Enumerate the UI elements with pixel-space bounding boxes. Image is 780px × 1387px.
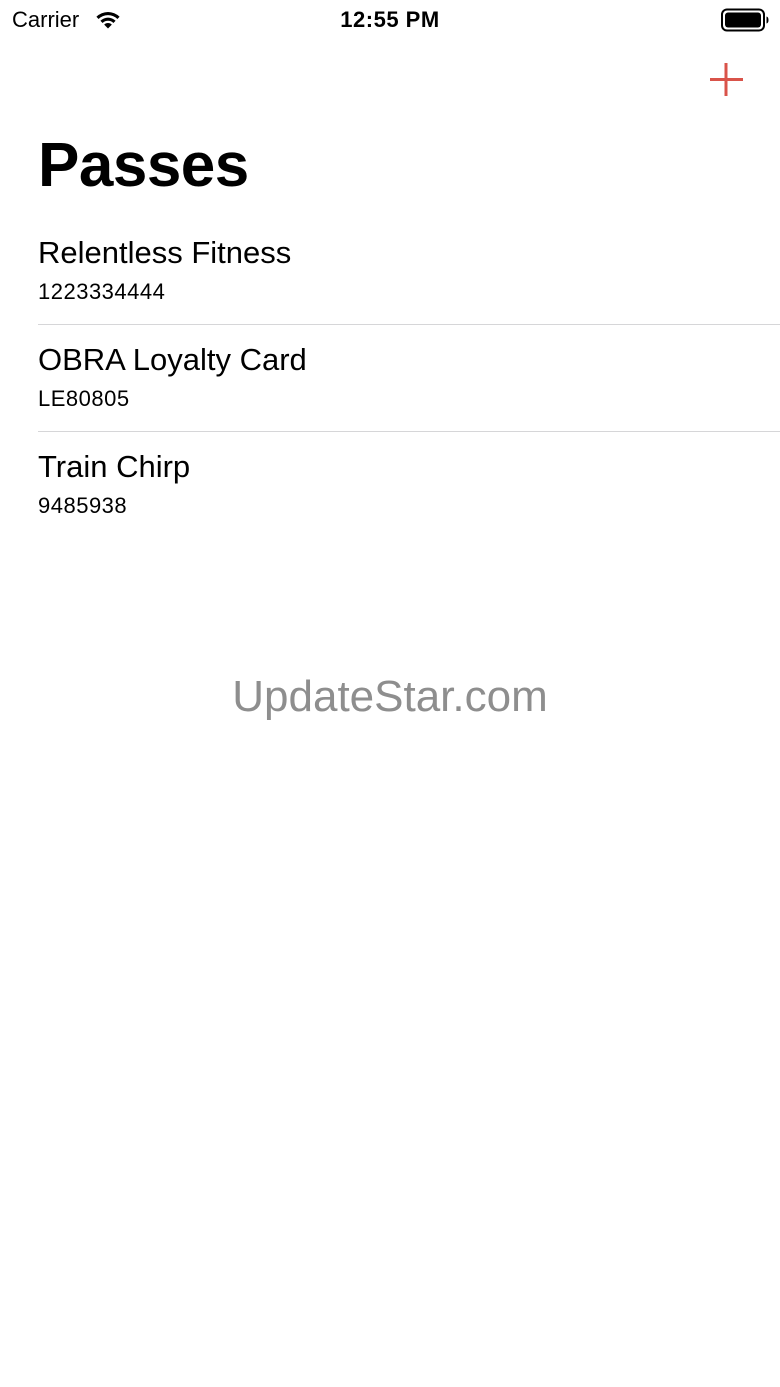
watermark: UpdateStar.com (232, 672, 548, 721)
pass-name: Relentless Fitness (38, 235, 292, 270)
plus-icon (710, 63, 743, 96)
pass-number: LE80805 (38, 386, 130, 411)
pass-number: 9485938 (38, 493, 128, 518)
battery-full-icon (721, 8, 769, 32)
pass-name: OBRA Loyalty Card (38, 342, 307, 377)
status-bar: Carrier 12:55 PM (0, 0, 780, 40)
list-item[interactable]: Relentless Fitness 1223334444 (0, 218, 780, 325)
list-item[interactable]: OBRA Loyalty Card LE80805 (0, 325, 780, 432)
add-pass-button[interactable] (702, 56, 750, 104)
list-item[interactable]: Train Chirp 9485938 (0, 432, 780, 539)
page-title: Passes (38, 131, 249, 200)
pass-number: 1223334444 (38, 279, 166, 304)
passes-list: Relentless Fitness 1223334444 OBRA Loyal… (0, 218, 780, 539)
pass-name: Train Chirp (38, 449, 191, 484)
status-clock: 12:55 PM (340, 7, 440, 32)
